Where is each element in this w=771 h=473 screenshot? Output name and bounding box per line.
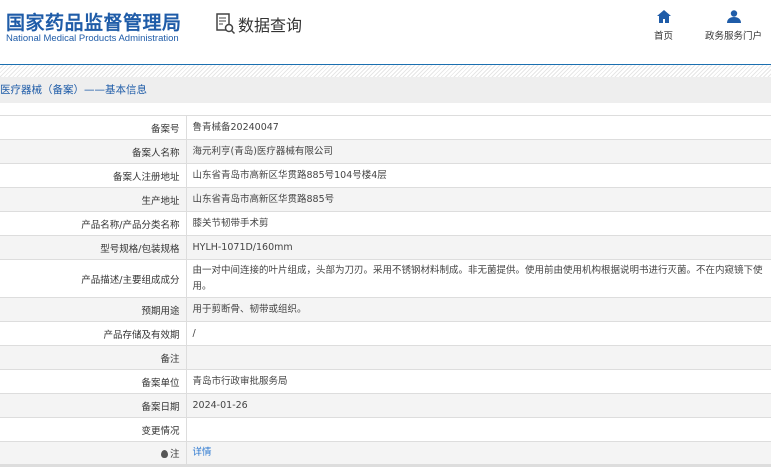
row-label: 生产地址	[0, 187, 187, 212]
row-value-text: 山东省青岛市高新区华贯路885号104号楼4层	[192, 169, 387, 181]
row-label-text: 备案人名称	[131, 147, 180, 159]
data-query-label: 数据查询	[238, 16, 303, 35]
row-label: 注	[0, 441, 187, 467]
logo-subtitle: National Medical Products Administration	[6, 33, 179, 44]
row-label-text: 备案日期	[141, 401, 180, 413]
detail-table: 备案号 鲁青械备20240047 备案人名称 海元利亨(青岛)医疗器械有限公司 备案人注…	[0, 115, 771, 467]
table-row: 产品名称/产品分类名称 膝关节韧带手术剪	[0, 211, 771, 236]
data-query-title: 数据查询	[216, 12, 302, 36]
table-row: 备注	[0, 345, 771, 370]
row-value-text: 由一对中间连接的叶片组成，头部为刀刃。采用不锈钢材料制成。非无菌提供。使用前由使…	[192, 264, 763, 292]
row-label: 产品存储及有效期	[0, 321, 187, 346]
row-value: 膝关节韧带手术剪	[186, 211, 771, 236]
row-label: 备案人名称	[0, 139, 187, 164]
row-label-text: 型号规格/包装规格	[100, 243, 180, 255]
table-row: 备案人注册地址 山东省青岛市高新区华贯路885号104号楼4层	[0, 163, 771, 188]
row-value: 详情	[186, 441, 771, 467]
row-label: 型号规格/包装规格	[0, 235, 187, 260]
row-label: 备案日期	[0, 393, 187, 418]
table-row: 产品存储及有效期 /	[0, 321, 771, 346]
row-value-text: HYLH-1071D/160mm	[192, 241, 293, 253]
nav-service-portal[interactable]: 政务服务门户	[705, 10, 762, 42]
user-icon	[726, 10, 741, 23]
row-value: 用于剪断骨、韧带或组织。	[186, 297, 771, 322]
row-value	[186, 345, 771, 370]
row-label: 备案号	[0, 115, 187, 140]
nav-home[interactable]: 首页	[654, 10, 673, 42]
nav-home-label: 首页	[654, 31, 674, 42]
row-value: 青岛市行政审批服务局	[186, 369, 771, 394]
table-row: 变更情况	[0, 417, 771, 442]
row-value: 鲁青械备20240047	[186, 115, 771, 140]
row-label-text: 生产地址	[141, 195, 180, 207]
row-value	[186, 417, 771, 442]
row-value: 山东省青岛市高新区华贯路885号	[186, 187, 771, 212]
row-value-text: 鲁青械备20240047	[192, 121, 279, 133]
logo-title[interactable]: 国家药品监督管理局	[6, 8, 182, 35]
row-value: /	[186, 321, 771, 346]
row-label: 备案单位	[0, 369, 187, 394]
row-label: 产品名称/产品分类名称	[0, 211, 187, 236]
row-value-text: 山东省青岛市高新区华贯路885号	[192, 193, 335, 205]
table-row: 备案人名称 海元利亨(青岛)医疗器械有限公司	[0, 139, 771, 164]
details-link[interactable]: 详情	[193, 447, 212, 458]
table-row: 备案号 鲁青械备20240047	[0, 115, 771, 140]
row-value: 由一对中间连接的叶片组成，头部为刀刃。采用不锈钢材料制成。非无菌提供。使用前由使…	[186, 259, 771, 298]
row-label-text: 备案号	[150, 123, 180, 135]
row-label-text: 备案人注册地址	[112, 171, 180, 183]
table-row: 生产地址 山东省青岛市高新区华贯路885号	[0, 187, 771, 212]
row-label: 产品描述/主要组成成分	[0, 259, 187, 298]
row-value-text: 海元利亨(青岛)医疗器械有限公司	[192, 145, 333, 157]
row-label-text: 预期用途	[141, 305, 180, 317]
row-value-text: 2024-01-26	[192, 399, 248, 411]
nav-service-label: 政务服务门户	[705, 31, 763, 42]
row-label-text: 备注	[160, 353, 180, 365]
table-row: 备案日期 2024-01-26	[0, 393, 771, 418]
divider-strip	[0, 65, 771, 77]
row-label-text: 产品名称/产品分类名称	[81, 219, 180, 231]
row-value-text: 膝关节韧带手术剪	[192, 217, 269, 229]
row-label-text: 变更情况	[141, 425, 180, 437]
row-label: 备案人注册地址	[0, 163, 187, 188]
table-row: 型号规格/包装规格 HYLH-1071D/160mm	[0, 235, 771, 260]
row-value: 2024-01-26	[186, 393, 771, 418]
table-row: 注 详情	[0, 441, 771, 467]
home-icon	[656, 10, 671, 23]
row-value: 海元利亨(青岛)医疗器械有限公司	[186, 139, 771, 164]
table-row: 产品描述/主要组成成分 由一对中间连接的叶片组成，头部为刀刃。采用不锈钢材料制成。…	[0, 259, 771, 298]
row-label: 变更情况	[0, 417, 187, 442]
row-label-text: 产品存储及有效期	[103, 329, 180, 341]
header: 国家药品监督管理局 National Medical Products Admi…	[0, 0, 771, 65]
row-label-text: 产品描述/主要组成成分	[81, 274, 180, 286]
row-value-text: 用于剪断骨、韧带或组织。	[192, 303, 307, 315]
row-label-text: 备案单位	[141, 377, 180, 389]
row-label-text: 注	[169, 449, 180, 460]
pin-icon	[160, 450, 168, 458]
row-value: 山东省青岛市高新区华贯路885号104号楼4层	[186, 163, 771, 188]
row-value-text: /	[192, 327, 196, 339]
row-value: HYLH-1071D/160mm	[186, 235, 771, 260]
document-search-icon	[216, 13, 236, 35]
row-label: 预期用途	[0, 297, 187, 322]
row-value-text: 青岛市行政审批服务局	[192, 375, 288, 387]
table-row: 备案单位 青岛市行政审批服务局	[0, 369, 771, 394]
breadcrumb: 医疗器械（备案）——基本信息	[0, 77, 771, 103]
table-row: 预期用途 用于剪断骨、韧带或组织。	[0, 297, 771, 322]
row-label: 备注	[0, 345, 187, 370]
